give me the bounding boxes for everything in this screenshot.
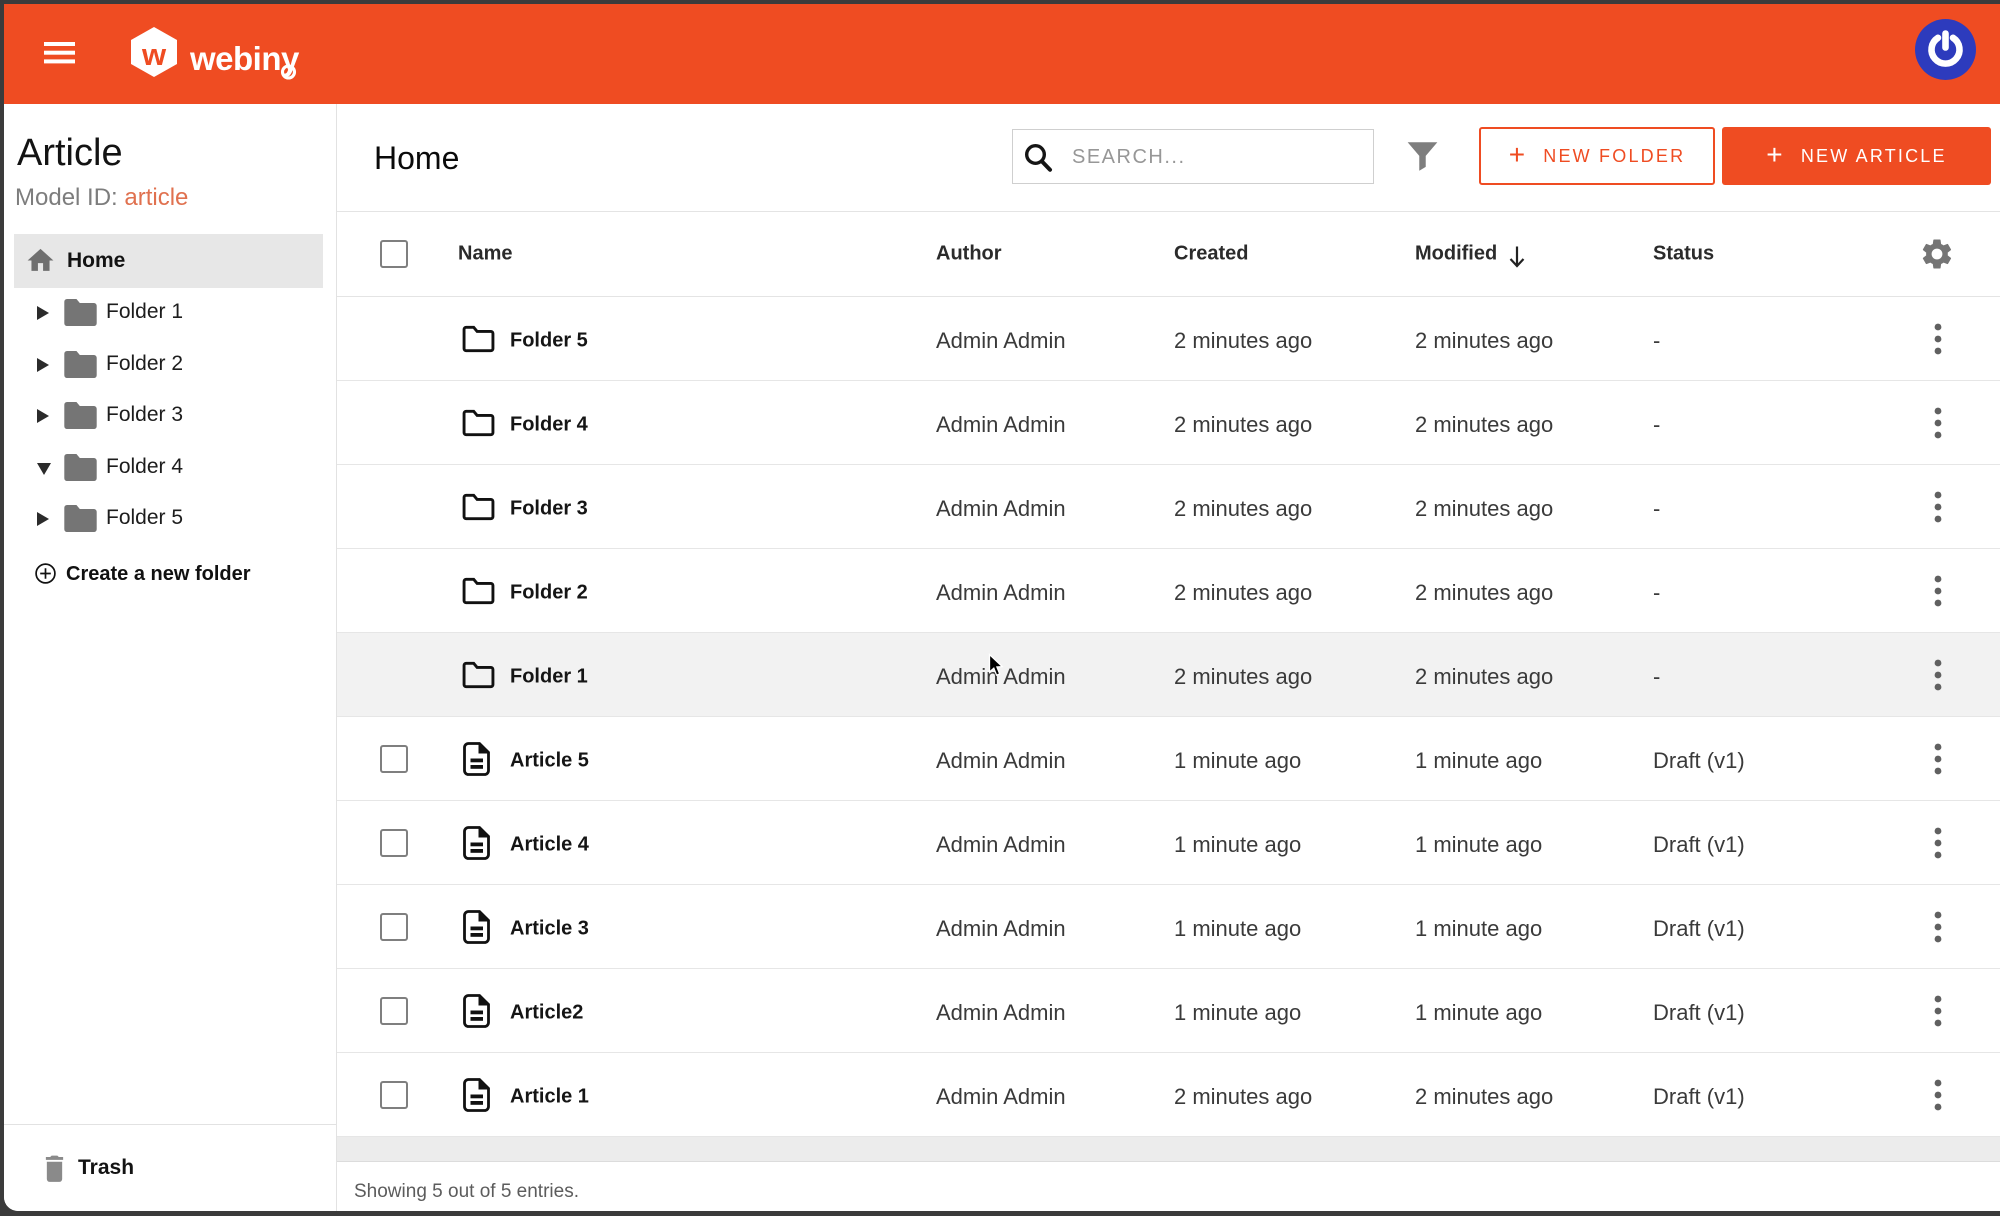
svg-text:w: w xyxy=(141,37,167,72)
